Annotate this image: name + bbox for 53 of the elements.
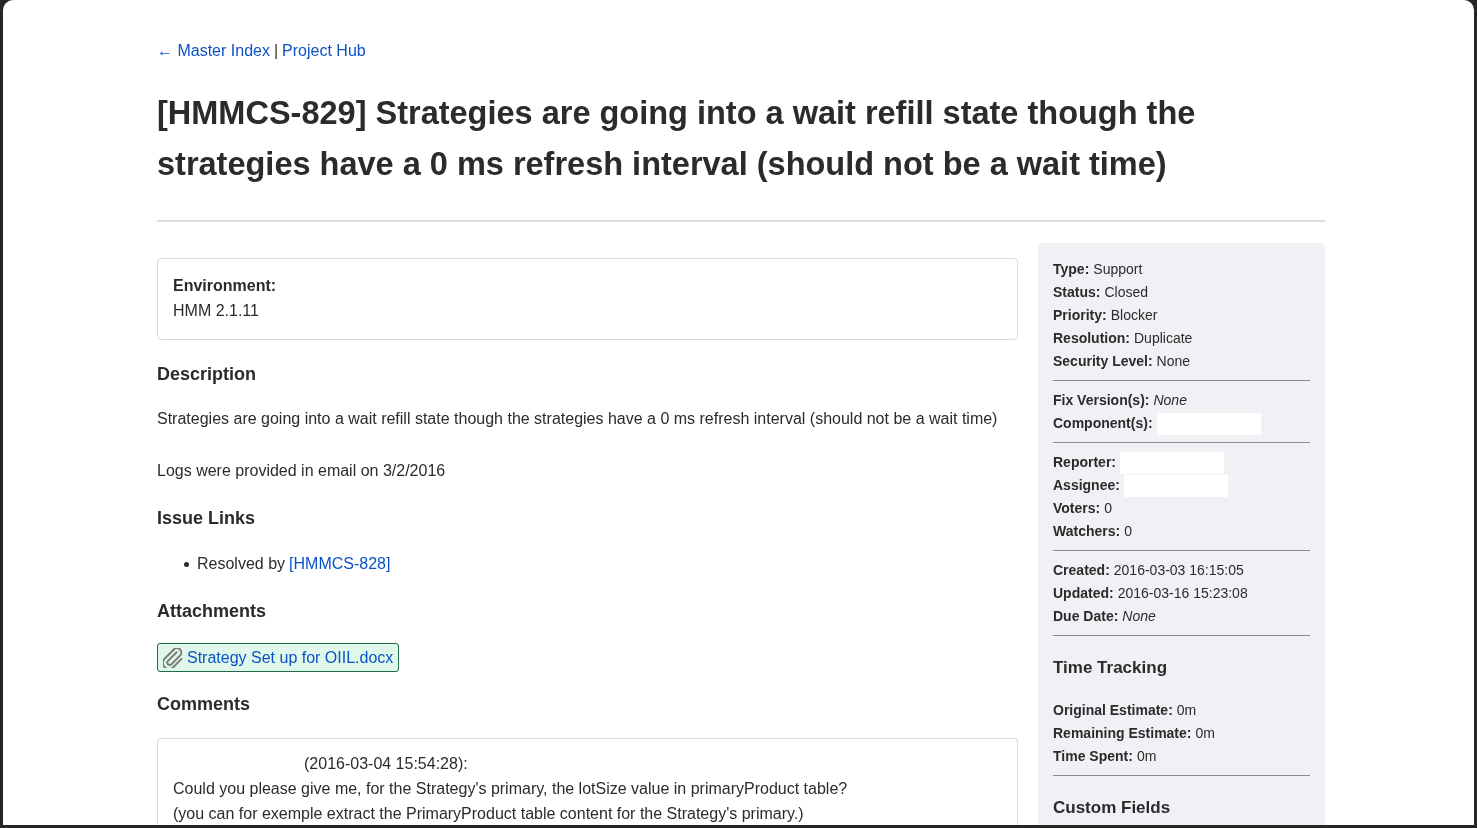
comment-timestamp: (2016-03-04 15:54:28):	[304, 754, 469, 774]
field-label: Original Estimate:	[1053, 701, 1173, 720]
issue-title: [HMMCS-829] Strategies are going into a wait refill state though the strategies have a 0 ms refresh interval (should not be a wait time)	[157, 94, 1197, 184]
breadcrumb-link[interactable]: ← Master Index	[157, 42, 270, 59]
section-heading: Issue Links	[157, 507, 257, 530]
field-label: Due Date:	[1053, 607, 1119, 626]
breadcrumb-separator: |	[273, 42, 279, 59]
breadcrumb-link[interactable]: Project Hub	[282, 42, 366, 59]
field-label: Remaining Estimate:	[1053, 724, 1192, 743]
field-label: Fix Version(s):	[1053, 391, 1150, 410]
description-text: Logs were provided in email on 3/2/2016	[157, 461, 447, 481]
field-value: 2016-03-03 16:15:05	[1113, 561, 1244, 580]
field-value: Blocker	[1110, 306, 1158, 325]
field-value: None	[1122, 607, 1156, 626]
attachment-link[interactable]: Strategy Set up for OIIL.docx	[157, 643, 400, 672]
bullet-icon	[184, 561, 189, 567]
sidebar-heading: Time Tracking	[1053, 657, 1168, 679]
field-label: Voters:	[1053, 499, 1101, 518]
field-label: Assignee:	[1053, 476, 1120, 495]
environment-value: HMM 2.1.11	[173, 301, 260, 321]
section-heading: Description	[157, 363, 258, 386]
field-label: Priority:	[1053, 306, 1107, 325]
field-value: 0m	[1136, 747, 1157, 766]
field-label: Watchers:	[1053, 522, 1121, 541]
issue-link[interactable]: [HMMCS-828]	[289, 552, 391, 576]
field-label: Status:	[1053, 283, 1101, 302]
comment-text: Could you please give me, for the Strategy's primary, the lotSize value in primaryProduct table?	[173, 779, 849, 799]
field-label: Updated:	[1053, 584, 1114, 603]
field-label: Created:	[1053, 561, 1110, 580]
field-value: Closed	[1104, 283, 1149, 302]
field-value: None	[1156, 352, 1191, 371]
description-text: Strategies are going into a wait refill state though the strategies have a 0 ms refresh interval (should not be a wait time)	[157, 409, 999, 429]
link-relation: Resolved by	[197, 554, 286, 574]
field-label: Resolution:	[1053, 329, 1130, 348]
comment-text: (you can for exemple extract the PrimaryProduct table content for the Strategy's primary.)	[173, 804, 805, 824]
section-heading: Comments	[157, 693, 251, 716]
field-value: 0	[1104, 499, 1112, 518]
field-label: Reporter:	[1053, 453, 1116, 472]
field-value: 0m	[1176, 701, 1197, 720]
field-label: Type:	[1053, 260, 1090, 279]
field-label: Component(s):	[1053, 414, 1153, 433]
field-value: Support	[1093, 260, 1143, 279]
sidebar-heading: Custom Fields	[1053, 797, 1172, 819]
environment-label: Environment:	[173, 276, 278, 296]
field-value: 2016-03-16 15:23:08	[1117, 584, 1248, 603]
field-label: Time Spent:	[1053, 747, 1133, 766]
paperclip-icon	[163, 647, 183, 668]
field-value: 0m	[1195, 724, 1215, 743]
field-value: 0	[1124, 522, 1132, 541]
field-label: Security Level:	[1053, 352, 1153, 371]
field-value: None	[1153, 391, 1187, 410]
field-value: Duplicate	[1134, 329, 1193, 348]
section-heading: Attachments	[157, 600, 268, 623]
